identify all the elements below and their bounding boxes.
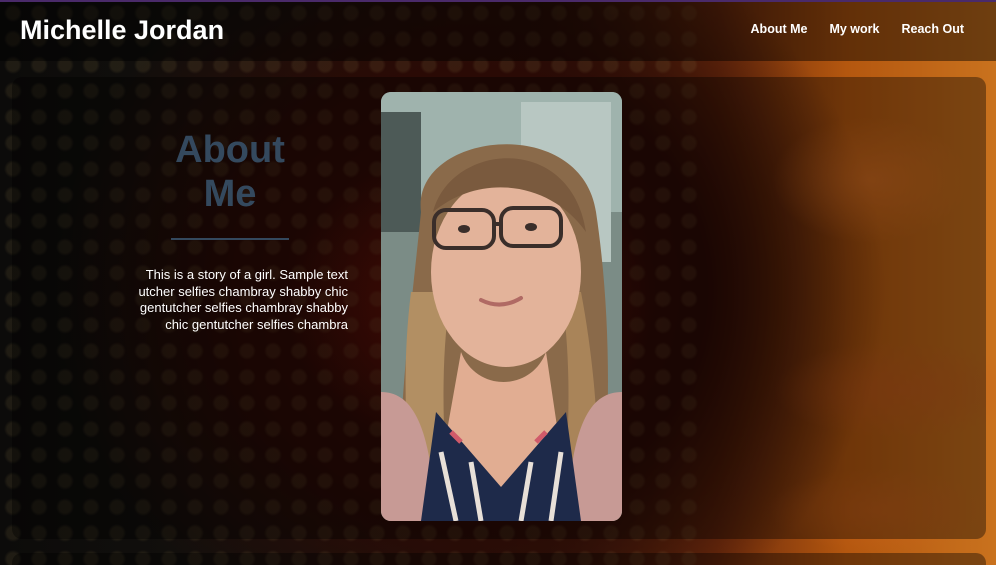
about-heading: About Me bbox=[175, 129, 285, 215]
about-divider bbox=[171, 238, 289, 240]
main-nav: About Me My work Reach Out bbox=[751, 22, 964, 36]
nav-my-work[interactable]: My work bbox=[829, 22, 879, 36]
nav-about-me[interactable]: About Me bbox=[751, 22, 808, 36]
about-body: This is a story of a girl. Sample text u… bbox=[138, 267, 348, 332]
site-brand[interactable]: Michelle Jordan bbox=[20, 15, 224, 46]
nav-reach-out[interactable]: Reach Out bbox=[901, 22, 964, 36]
page: Michelle Jordan About Me My work Reach O… bbox=[0, 0, 996, 565]
next-section-card bbox=[12, 553, 986, 565]
site-header: Michelle Jordan About Me My work Reach O… bbox=[0, 0, 996, 61]
profile-photo bbox=[381, 92, 622, 521]
profile-photo-image bbox=[381, 92, 622, 521]
